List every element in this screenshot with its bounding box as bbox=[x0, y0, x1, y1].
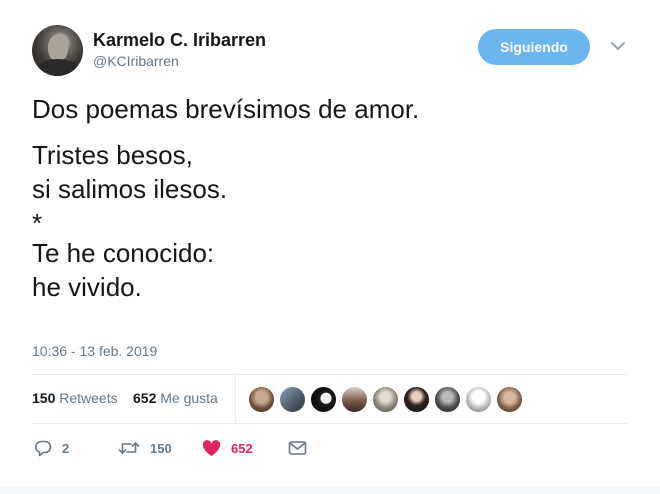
tweet-text-line: * bbox=[32, 208, 43, 238]
tweet-stats: 150 Retweets 652 Me gusta bbox=[32, 375, 627, 423]
bottom-strip bbox=[0, 487, 660, 494]
liker-avatar[interactable] bbox=[248, 386, 275, 413]
tweet-text-spacer bbox=[32, 126, 622, 138]
envelope-icon bbox=[288, 440, 307, 456]
retweet-icon bbox=[118, 439, 140, 457]
author-display-name[interactable]: Karmelo C. Iribarren bbox=[93, 30, 266, 51]
avatar-shoulder bbox=[36, 59, 80, 76]
tweet-text-line: Tristes besos, bbox=[32, 140, 193, 170]
divider bbox=[32, 423, 627, 424]
reply-action[interactable]: 2 bbox=[34, 438, 69, 458]
following-button[interactable]: Siguiendo bbox=[478, 29, 590, 65]
tweet-text: Dos poemas brevísimos de amor. Tristes b… bbox=[32, 92, 622, 304]
tweet-text-line: Dos poemas brevísimos de amor. bbox=[32, 94, 420, 124]
likes-stat[interactable]: 652 Me gusta bbox=[133, 390, 218, 406]
tweet-text-line: Te he conocido: bbox=[32, 238, 215, 268]
avatar-face bbox=[48, 35, 68, 61]
retweets-label: Retweets bbox=[59, 390, 118, 406]
liker-avatar[interactable] bbox=[372, 386, 399, 413]
reply-icon bbox=[34, 439, 52, 457]
chevron-down-icon[interactable] bbox=[610, 39, 626, 53]
tweet-actions: 2 150 652 bbox=[32, 434, 627, 462]
likes-count: 652 bbox=[133, 390, 157, 406]
retweet-action[interactable]: 150 bbox=[118, 438, 172, 458]
retweet-count: 150 bbox=[150, 440, 172, 456]
author-handle[interactable]: @KCIribarren bbox=[93, 53, 179, 69]
liker-avatar[interactable] bbox=[434, 386, 461, 413]
stats-separator bbox=[235, 375, 236, 423]
like-count: 652 bbox=[231, 440, 253, 456]
liker-avatar[interactable] bbox=[341, 386, 368, 413]
liker-avatar[interactable] bbox=[279, 386, 306, 413]
tweet-text-line: he vivido. bbox=[32, 272, 142, 302]
heart-icon bbox=[202, 439, 221, 457]
likes-label: Me gusta bbox=[160, 390, 218, 406]
like-action[interactable]: 652 bbox=[202, 438, 253, 458]
retweets-count: 150 bbox=[32, 390, 56, 406]
tweet-header: Karmelo C. Iribarren @KCIribarren Siguie… bbox=[32, 25, 632, 79]
liker-avatar[interactable] bbox=[465, 386, 492, 413]
author-avatar[interactable] bbox=[32, 25, 83, 76]
liker-avatar[interactable] bbox=[496, 386, 523, 413]
direct-message-action[interactable] bbox=[288, 438, 307, 458]
liker-avatar[interactable] bbox=[310, 386, 337, 413]
tweet-card: Karmelo C. Iribarren @KCIribarren Siguie… bbox=[0, 0, 660, 494]
tweet-text-line: si salimos ilesos. bbox=[32, 174, 228, 204]
tweet-timestamp[interactable]: 10:36 - 13 feb. 2019 bbox=[32, 343, 157, 359]
liker-avatar[interactable] bbox=[403, 386, 430, 413]
retweets-stat[interactable]: 150 Retweets bbox=[32, 390, 118, 406]
reply-count: 2 bbox=[62, 440, 70, 456]
